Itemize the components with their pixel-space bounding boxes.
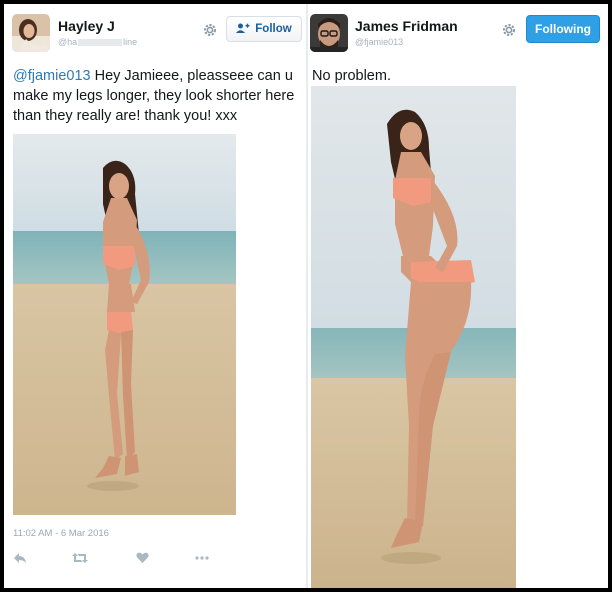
reply-icon[interactable] bbox=[13, 552, 27, 567]
more-icon[interactable] bbox=[194, 552, 210, 567]
original-photo[interactable] bbox=[13, 134, 236, 515]
james-avatar[interactable] bbox=[310, 14, 348, 52]
handle-redaction bbox=[78, 39, 123, 47]
hayley-tweet-text: @fjamie013 Hey Jamieee, pleasseee can u … bbox=[13, 66, 301, 126]
follow-button[interactable]: Follow bbox=[226, 16, 302, 42]
tweet-timestamp[interactable]: 11:02 AM - 6 Mar 2016 bbox=[13, 528, 109, 539]
james-display-name[interactable]: James Fridman bbox=[355, 18, 458, 34]
follow-button-label: Follow bbox=[255, 23, 292, 35]
james-tweet-text: No problem. bbox=[312, 68, 391, 84]
hayley-display-name[interactable]: Hayley J bbox=[58, 18, 115, 34]
retweet-icon[interactable] bbox=[72, 552, 88, 567]
edited-photo[interactable] bbox=[311, 86, 516, 588]
hayley-avatar[interactable] bbox=[12, 14, 50, 52]
hayley-handle[interactable]: @ha line bbox=[58, 37, 148, 47]
gear-icon[interactable] bbox=[501, 22, 517, 38]
james-handle[interactable]: @fjamie013 bbox=[355, 37, 403, 47]
handle-prefix: @ha bbox=[58, 37, 78, 47]
mention-link[interactable]: @fjamie013 bbox=[13, 68, 91, 84]
heart-icon[interactable] bbox=[136, 552, 149, 567]
screenshot-frame: Hayley J @ha line Follow @fjamie013 Hey J… bbox=[4, 4, 608, 588]
gear-icon[interactable] bbox=[202, 22, 218, 38]
panel-divider bbox=[306, 4, 308, 588]
add-person-icon bbox=[236, 23, 250, 36]
handle-suffix: line bbox=[123, 37, 138, 47]
following-button[interactable]: Following bbox=[526, 15, 600, 43]
